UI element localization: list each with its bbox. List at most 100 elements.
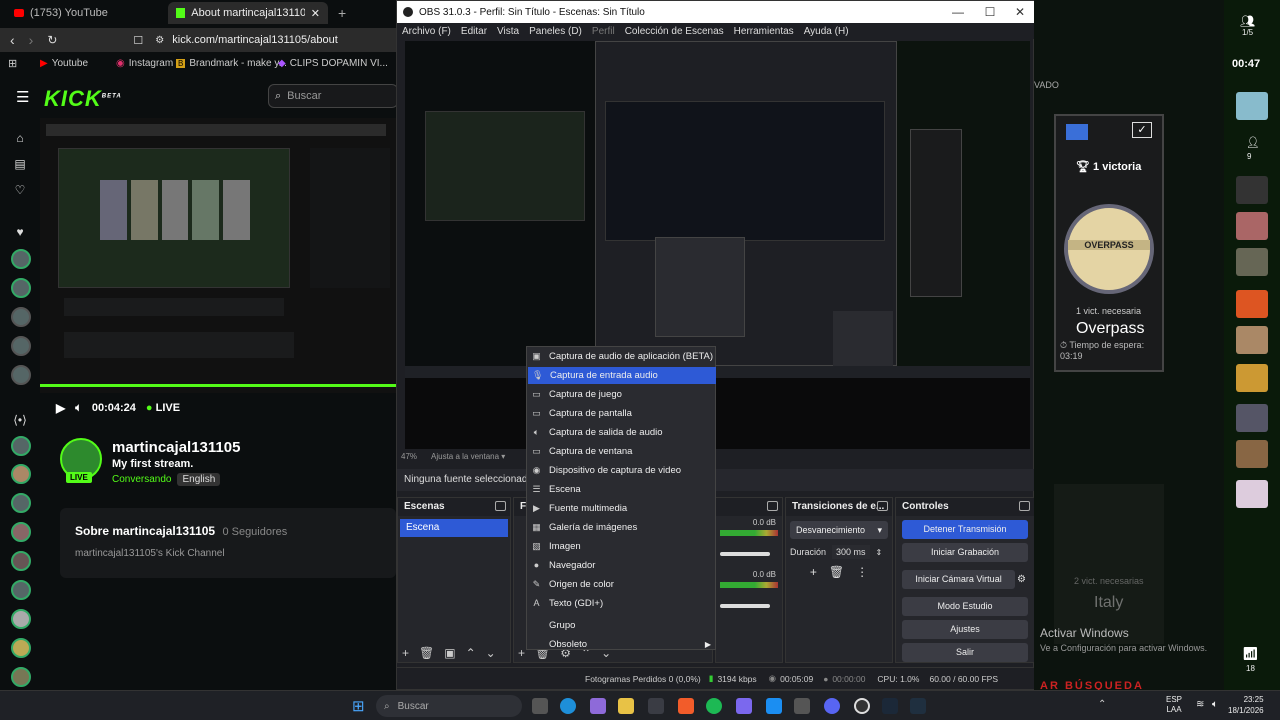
menu-vista[interactable]: Vista [497, 26, 519, 37]
bookmark-instagram[interactable]: ◉ Instagram [116, 54, 173, 72]
undock-icon[interactable] [767, 501, 778, 511]
add-source-icon[interactable]: + [518, 646, 525, 660]
tab-youtube[interactable]: (1753) YouTube [6, 2, 166, 24]
menu-item-audio-input-capture[interactable]: 🎙︎ Captura de entrada audio [528, 367, 716, 384]
new-tab-icon[interactable]: + [338, 5, 346, 21]
menu-item-media-source[interactable]: ▶ Fuente multimedia [527, 500, 717, 517]
bookmark-icon[interactable]: ☐ [133, 34, 143, 47]
scene-item[interactable]: Escena [400, 519, 508, 537]
add-transition-icon[interactable]: + [810, 565, 817, 579]
transition-type-select[interactable]: Desvanecimiento ▾ [790, 521, 888, 539]
player-avatar[interactable] [1236, 92, 1268, 120]
move-up-icon[interactable]: ⌃ [466, 646, 476, 660]
photos-icon[interactable] [766, 698, 782, 714]
task-view-icon[interactable] [532, 698, 548, 714]
menu-perfil[interactable]: Perfil [592, 26, 615, 37]
taskbar-search[interactable]: ⌕ Buscar [376, 695, 522, 717]
virtual-camera-settings-icon[interactable]: ⚙ [1017, 574, 1026, 585]
volume-icon[interactable]: 🔈︎ [75, 402, 82, 415]
menu-item-display-capture[interactable]: ▭ Captura de pantalla [527, 405, 717, 422]
checkbox-icon[interactable]: ✓ [1132, 122, 1152, 138]
followed-channel-avatar[interactable] [11, 249, 31, 269]
start-recording-button[interactable]: Iniciar Grabación [902, 543, 1028, 562]
player-avatar[interactable] [1236, 404, 1268, 432]
copilot-icon[interactable] [590, 698, 606, 714]
play-icon[interactable]: ▶ [56, 401, 65, 415]
menu-item-group[interactable]: Grupo [527, 617, 717, 634]
start-menu-icon[interactable]: ⊞ [352, 697, 365, 715]
menu-item-app-audio-capture[interactable]: ▣ Captura de audio de aplicación (BETA) [527, 348, 717, 365]
followed-channel-avatar[interactable] [11, 336, 31, 356]
tab-kick-about[interactable]: About martincajal131105 - Wat ✕ [168, 2, 328, 24]
recommended-channel-avatar[interactable] [11, 580, 31, 600]
followed-channel-avatar[interactable] [11, 278, 31, 298]
search-input[interactable]: ⌕ Buscar [268, 84, 396, 108]
language-indicator[interactable]: ESP LAA [1166, 695, 1182, 715]
settings-button[interactable]: Ajustes [902, 620, 1028, 639]
recommended-channel-avatar[interactable] [11, 436, 31, 456]
reload-icon[interactable]: ↻ [47, 33, 57, 47]
menu-item-text-gdi[interactable]: A Texto (GDI+) [527, 595, 717, 612]
volume-slider[interactable] [720, 552, 770, 556]
remove-scene-icon[interactable]: 🗑︎ [419, 646, 434, 660]
maximize-icon[interactable]: ☐ [975, 3, 1005, 21]
duration-input[interactable]: 300 ms [832, 545, 870, 559]
player-avatar[interactable] [1236, 212, 1268, 240]
close-tab-icon[interactable]: ✕ [311, 7, 320, 20]
exit-button[interactable]: Salir [902, 643, 1028, 662]
menu-herramientas[interactable]: Herramientas [734, 26, 794, 37]
steam-icon[interactable] [882, 698, 898, 714]
kick-logo[interactable]: KICKBETA [44, 86, 122, 112]
menu-item-image[interactable]: ▧ Imagen [527, 538, 717, 555]
obs-preview-canvas[interactable] [405, 41, 1030, 449]
channel-name[interactable]: martincajal131105 [112, 439, 240, 456]
stop-streaming-button[interactable]: Detener Transmisión [902, 520, 1028, 539]
category-link[interactable]: Conversando [112, 474, 171, 485]
menu-item-game-capture[interactable]: ▭ Captura de juego [527, 386, 717, 403]
forward-icon[interactable]: › [29, 32, 34, 48]
clock[interactable]: 23:25 18/1/2026 [1228, 694, 1264, 716]
undock-icon[interactable] [877, 501, 888, 511]
menu-paneles[interactable]: Paneles (D) [529, 26, 582, 37]
volume-slider[interactable] [720, 604, 770, 608]
scene-filter-icon[interactable]: ▣ [444, 646, 455, 660]
followed-channel-avatar[interactable] [11, 307, 31, 327]
stream-video[interactable] [40, 118, 396, 393]
brave-icon[interactable] [678, 698, 694, 714]
teams-icon[interactable] [736, 698, 752, 714]
favorites-heart-icon[interactable]: ♥ [12, 224, 28, 240]
back-icon[interactable]: ‹ [10, 32, 15, 48]
file-explorer-icon[interactable] [618, 698, 634, 714]
following-icon[interactable]: ♡ [12, 182, 28, 198]
player-avatar[interactable] [1236, 176, 1268, 204]
menu-item-audio-output-capture[interactable]: 🔈︎ Captura de salida de audio [527, 424, 717, 441]
studio-mode-button[interactable]: Modo Estudio [902, 597, 1028, 616]
menu-item-video-capture-device[interactable]: ◉ Dispositivo de captura de video [527, 462, 717, 479]
menu-editar[interactable]: Editar [461, 26, 487, 37]
recommended-channel-avatar[interactable] [11, 551, 31, 571]
discord-icon[interactable] [824, 698, 840, 714]
menu-item-deprecated[interactable]: Obsoleto ▶ [527, 636, 717, 653]
url-field[interactable]: kick.com/martincajal131105/about [172, 34, 338, 46]
apps-icon[interactable]: ⊞ [8, 54, 17, 72]
fit-window-dropdown[interactable]: Ajusta a la ventana ▾ [431, 452, 505, 461]
menu-ayuda[interactable]: Ayuda (H) [804, 26, 849, 37]
recommended-channel-avatar[interactable] [11, 609, 31, 629]
menu-coleccion-escenas[interactable]: Colección de Escenas [625, 26, 724, 37]
menu-item-scene[interactable]: ☰ Escena [527, 481, 717, 498]
player-avatar[interactable] [1236, 248, 1268, 276]
obs-taskbar-icon[interactable] [854, 698, 870, 714]
player-avatar[interactable] [1236, 440, 1268, 468]
browse-icon[interactable]: ▤ [12, 156, 28, 172]
bookmark-clips[interactable]: ◆ CLIPS DOPAMIN VI... [278, 54, 388, 72]
spotify-icon[interactable] [706, 698, 722, 714]
more-options-icon[interactable]: ⋮ [856, 565, 868, 579]
recommended-channel-avatar[interactable] [11, 667, 31, 687]
followed-channel-avatar[interactable] [11, 365, 31, 385]
site-info-icon[interactable]: ⚙ [155, 35, 164, 46]
add-scene-icon[interactable]: + [402, 646, 409, 660]
menu-item-image-slideshow[interactable]: ▦ Galería de imágenes [527, 519, 717, 536]
notepad-icon[interactable] [794, 698, 810, 714]
bookmark-youtube[interactable]: ▶ Youtube [40, 54, 88, 72]
home-icon[interactable]: ⌂ [12, 130, 28, 146]
